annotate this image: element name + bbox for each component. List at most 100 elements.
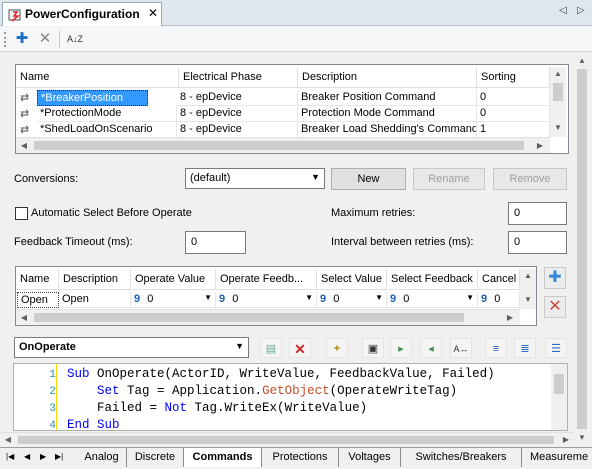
indent-icon[interactable]: ≡	[485, 338, 507, 358]
column-header-select-value[interactable]: Select Value	[317, 269, 387, 290]
last-tab-icon[interactable]: ▶|	[55, 452, 63, 461]
editor-vertical-scrollbar[interactable]	[551, 364, 567, 430]
column-header-operate-value[interactable]: Operate Value	[131, 269, 216, 290]
chevron-down-icon[interactable]: ▼	[204, 293, 212, 302]
operation-name[interactable]: Open	[17, 292, 59, 308]
column-header-description[interactable]: Description	[298, 67, 477, 88]
delete-icon[interactable]: ✕	[35, 30, 55, 48]
points-vertical-scrollbar[interactable]: ▲ ▼	[550, 67, 566, 137]
interval-retries-field[interactable]: 0	[508, 231, 567, 254]
delete-script-icon[interactable]: ✕	[289, 338, 311, 358]
code-line-4[interactable]: End Sub	[67, 418, 120, 432]
scroll-right-icon[interactable]: ▶	[558, 435, 574, 444]
point-description[interactable]: Breaker Load Shedding's Command in	[298, 122, 477, 138]
outdent-icon[interactable]: ≣	[514, 338, 536, 358]
scroll-down-icon[interactable]: ▼	[550, 123, 566, 132]
max-retries-field[interactable]: 0	[508, 202, 567, 225]
column-header-name[interactable]: Name	[16, 67, 179, 88]
operations-vertical-scrollbar[interactable]: ▲ ▼	[520, 269, 536, 309]
point-phase[interactable]: 8 - epDevice	[177, 122, 298, 138]
remove-button[interactable]: Remove	[493, 168, 567, 190]
delete-operation-icon[interactable]: ✕	[544, 296, 566, 318]
tab-analog[interactable]: Analog	[77, 448, 127, 467]
cancel-value-cell[interactable]: 9 0	[478, 292, 520, 308]
find-icon[interactable]: ▣	[362, 338, 384, 358]
rename-button[interactable]: Rename	[413, 168, 485, 190]
main-horizontal-scrollbar[interactable]: ◀ ▶	[0, 432, 574, 446]
conversions-select[interactable]: (default) ▼	[185, 168, 325, 189]
scroll-left-icon[interactable]: ◀	[16, 313, 32, 322]
select-value-cell[interactable]: 9 0 ▼	[317, 292, 387, 308]
next-tab-icon[interactable]: ▶	[40, 452, 46, 461]
close-tab-icon[interactable]: ✕	[148, 6, 158, 20]
scroll-right-icon[interactable]: ▶	[502, 313, 518, 322]
point-description[interactable]: Protection Mode Command	[298, 106, 477, 122]
scroll-up-icon[interactable]: ▲	[520, 271, 536, 280]
scrollbar-thumb[interactable]	[34, 141, 524, 150]
point-sorting[interactable]: 0	[477, 106, 550, 122]
operation-description[interactable]: Open	[59, 292, 131, 308]
object-browser-icon[interactable]: ✦	[326, 338, 348, 358]
scroll-tabs-right-icon[interactable]: ▷	[577, 5, 585, 16]
find-previous-icon[interactable]: ◂	[420, 338, 442, 358]
point-name[interactable]: *BreakerPosition	[37, 90, 148, 106]
document-tab[interactable]: PowerConfiguration ✕	[2, 2, 162, 26]
operate-feedback-cell[interactable]: 9 0 ▼	[216, 292, 317, 308]
point-phase[interactable]: 8 - epDevice	[177, 106, 298, 122]
code-line-2[interactable]: Set Tag = Application.GetObject(OperateW…	[67, 384, 457, 398]
add-icon[interactable]: ✚	[12, 30, 32, 48]
operate-value-cell[interactable]: 9 0 ▼	[131, 292, 216, 308]
chevron-down-icon[interactable]: ▼	[375, 293, 383, 302]
column-header-sorting[interactable]: Sorting	[477, 67, 550, 88]
add-operation-icon[interactable]: ✚	[544, 267, 566, 289]
column-header-description[interactable]: Description	[59, 269, 131, 290]
point-description[interactable]: Breaker Position Command	[298, 90, 477, 106]
scrollbar-thumb[interactable]	[554, 374, 564, 394]
event-select[interactable]: OnOperate ▼	[14, 337, 249, 358]
scroll-right-icon[interactable]: ▶	[532, 141, 548, 150]
select-feedback-cell[interactable]: 9 0 ▼	[387, 292, 478, 308]
tab-voltages[interactable]: Voltages	[339, 448, 401, 467]
previous-tab-icon[interactable]: ◀	[24, 452, 30, 461]
scrollbar-thumb[interactable]	[18, 436, 554, 444]
chevron-down-icon[interactable]: ▼	[466, 293, 474, 302]
tab-measurements[interactable]: Measureme	[522, 448, 592, 467]
tab-discrete[interactable]: Discrete	[127, 448, 184, 467]
point-sorting[interactable]: 1	[477, 122, 550, 138]
first-tab-icon[interactable]: |◀	[6, 452, 14, 461]
column-header-name[interactable]: Name	[16, 269, 59, 290]
scrollbar-thumb[interactable]	[34, 313, 464, 322]
comment-icon[interactable]: ☰	[545, 338, 567, 358]
main-vertical-scrollbar[interactable]: ▲ ▼	[574, 53, 590, 446]
point-name[interactable]: *ProtectionMode	[37, 106, 177, 122]
point-name[interactable]: *ShedLoadOnScenario	[37, 122, 177, 138]
sort-icon[interactable]: A↓Z	[64, 30, 86, 48]
feedback-timeout-field[interactable]: 0	[185, 231, 246, 254]
column-header-operate-feedback[interactable]: Operate Feedb...	[216, 269, 317, 290]
tab-commands[interactable]: Commands	[184, 448, 262, 467]
point-phase[interactable]: 8 - epDevice	[177, 90, 298, 106]
column-header-electrical-phase[interactable]: Electrical Phase	[179, 67, 298, 88]
scroll-tabs-left-icon[interactable]: ◁	[559, 5, 567, 16]
column-header-cancel-value[interactable]: Cancel V	[478, 269, 520, 290]
points-horizontal-scrollbar[interactable]: ◀ ▶	[16, 137, 550, 153]
replace-icon[interactable]: A↔	[450, 338, 472, 358]
tab-protections[interactable]: Protections	[262, 448, 339, 467]
script-editor[interactable]: 1 2 3 4 Sub OnOperate(ActorID, WriteValu…	[13, 363, 568, 432]
find-next-icon[interactable]: ▸	[390, 338, 412, 358]
tab-switches-breakers[interactable]: Switches/Breakers	[401, 448, 522, 467]
scroll-left-icon[interactable]: ◀	[16, 141, 32, 150]
column-header-select-feedback[interactable]: Select Feedback	[387, 269, 478, 290]
chevron-down-icon[interactable]: ▼	[305, 293, 313, 302]
scroll-up-icon[interactable]: ▲	[550, 69, 566, 78]
scroll-down-icon[interactable]: ▼	[520, 295, 536, 304]
scroll-left-icon[interactable]: ◀	[0, 435, 16, 444]
code-line-1[interactable]: Sub OnOperate(ActorID, WriteValue, Feedb…	[67, 367, 495, 381]
scrollbar-thumb[interactable]	[577, 69, 587, 429]
point-sorting[interactable]: 0	[477, 90, 550, 106]
scroll-down-icon[interactable]: ▼	[574, 433, 590, 442]
new-button[interactable]: New	[331, 168, 406, 190]
scrollbar-thumb[interactable]	[553, 83, 563, 101]
scroll-up-icon[interactable]: ▲	[574, 56, 590, 65]
copy-script-icon[interactable]: ▤	[260, 338, 282, 358]
